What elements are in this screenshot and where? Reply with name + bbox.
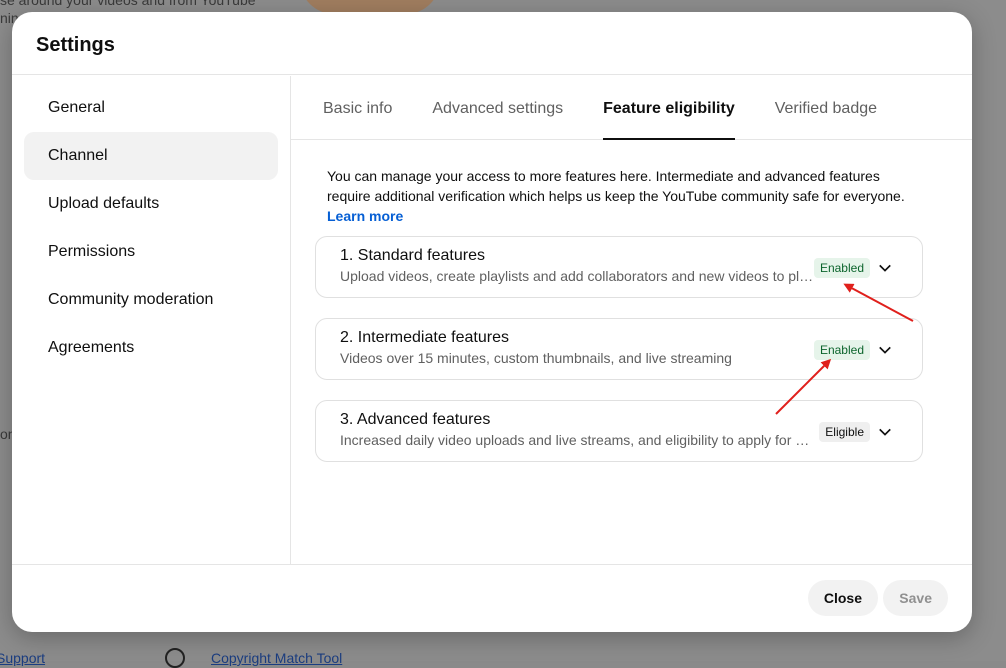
sidebar-item-agreements[interactable]: Agreements [24,324,278,372]
feature-title: 2. Intermediate features [340,329,509,346]
tab-advanced-settings[interactable]: Advanced settings [432,76,563,139]
chevron-down-icon[interactable] [876,341,894,359]
channel-tabs: Basic info Advanced settings Feature eli… [291,76,972,140]
dialog-header: Settings [12,12,972,75]
chevron-down-icon[interactable] [876,259,894,277]
feature-description: Upload videos, create playlists and add … [340,268,816,284]
learn-more-link[interactable]: Learn more [327,208,403,224]
copyright-icon [165,648,185,668]
channel-settings-panel: Basic info Advanced settings Feature eli… [291,76,972,564]
intro-text: You can manage your access to more featu… [327,168,905,204]
feature-description: Increased daily video uploads and live s… [340,432,816,448]
standard-features-card[interactable]: 1. Standard features Upload videos, crea… [315,236,923,298]
intermediate-features-card[interactable]: 2. Intermediate features Videos over 15 … [315,318,923,380]
background-text: se around your videos and from YouTube [0,0,256,8]
advanced-features-card[interactable]: 3. Advanced features Increased daily vid… [315,400,923,462]
sidebar-item-general[interactable]: General [24,84,278,132]
feature-eligibility-intro: You can manage your access to more featu… [327,166,927,226]
dialog-body: General Channel Upload defaults Permissi… [12,76,972,564]
dialog-footer: Close Save [12,564,972,632]
sidebar-item-upload-defaults[interactable]: Upload defaults [24,180,278,228]
tab-feature-eligibility[interactable]: Feature eligibility [603,76,735,140]
close-button[interactable]: Close [807,580,878,616]
support-link[interactable]: Support [0,650,45,666]
feature-title: 3. Advanced features [340,411,491,428]
feature-description: Videos over 15 minutes, custom thumbnail… [340,350,732,366]
dialog-title: Settings [36,34,115,56]
status-badge: Enabled [813,340,870,360]
tab-basic-info[interactable]: Basic info [323,76,392,139]
sidebar-item-permissions[interactable]: Permissions [24,228,278,276]
save-button[interactable]: Save [883,580,948,616]
status-badge: Eligible [819,422,870,442]
settings-sidebar: General Channel Upload defaults Permissi… [12,76,291,564]
chevron-down-icon[interactable] [876,423,894,441]
settings-dialog: Settings General Channel Upload defaults… [12,12,972,632]
sidebar-item-community-moderation[interactable]: Community moderation [24,276,278,324]
tab-verified-badge[interactable]: Verified badge [775,76,877,139]
copyright-match-tool-link[interactable]: Copyright Match Tool [211,650,342,666]
feature-title: 1. Standard features [340,247,485,264]
status-badge: Enabled [813,258,870,278]
sidebar-item-channel[interactable]: Channel [24,132,278,180]
